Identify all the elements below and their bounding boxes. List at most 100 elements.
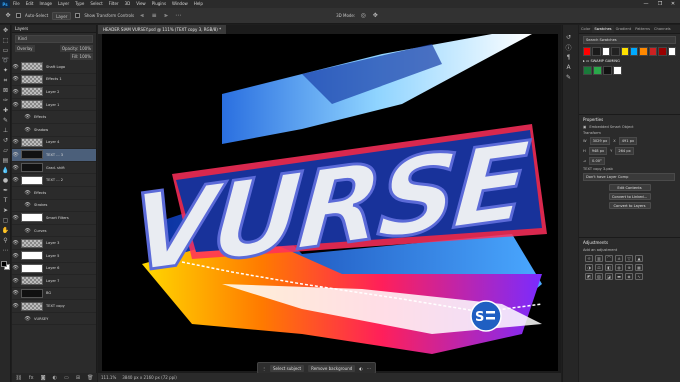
- auto-select-checkbox[interactable]: [16, 13, 21, 18]
- menu-edit[interactable]: Edit: [23, 0, 37, 8]
- visibility-eye-icon[interactable]: 👁: [12, 278, 19, 284]
- color-swatch[interactable]: [613, 66, 622, 75]
- document-tab[interactable]: HEADER SIAM VURSEY.psd @ 111% (TEXT copy…: [98, 25, 227, 34]
- menu-type[interactable]: Type: [72, 0, 87, 8]
- foreground-color-swatch[interactable]: [1, 261, 7, 267]
- layer-row[interactable]: 👁 Curves: [12, 225, 96, 238]
- eraser-icon[interactable]: ▱: [1, 146, 10, 155]
- layer-row[interactable]: 👁 TEXT ... 2: [12, 174, 96, 187]
- menu-3d[interactable]: 3D: [122, 0, 134, 8]
- menu-filter[interactable]: Filter: [106, 0, 122, 8]
- convert-layers-button[interactable]: Convert to Layers: [608, 202, 651, 209]
- type-icon[interactable]: T: [1, 196, 10, 205]
- dodge-icon[interactable]: ●: [1, 176, 10, 185]
- height-field[interactable]: 948 px: [588, 147, 608, 155]
- align-left-icon[interactable]: ⫷: [138, 12, 146, 20]
- color-swatch[interactable]: [583, 47, 592, 56]
- color-swatch[interactable]: [658, 47, 667, 56]
- menu-window[interactable]: Window: [169, 0, 191, 8]
- color-swatch[interactable]: [620, 47, 630, 56]
- tab-color[interactable]: Color: [579, 25, 592, 33]
- fill-field[interactable]: Fill: 100%: [69, 53, 93, 60]
- x-field[interactable]: 491 px: [618, 137, 638, 145]
- visibility-eye-icon[interactable]: 👁: [12, 139, 19, 145]
- edit-contents-button[interactable]: Edit Contents: [608, 184, 651, 191]
- opacity-field[interactable]: Opacity: 100%: [59, 45, 93, 52]
- curves-icon[interactable]: ⌒: [605, 255, 613, 262]
- distribute-icon[interactable]: ⋯: [174, 12, 182, 20]
- layer-row[interactable]: 👁 Shaft Logo: [12, 61, 96, 74]
- channel-mixer-icon[interactable]: ⊕: [625, 264, 633, 271]
- crop-icon[interactable]: ⌗: [1, 76, 10, 85]
- blur-icon[interactable]: 💧: [1, 166, 10, 175]
- minimize-button[interactable]: —: [640, 0, 652, 8]
- invert-icon[interactable]: ◩: [585, 273, 593, 280]
- adjustment-icon[interactable]: ◐: [53, 375, 57, 381]
- layer-row[interactable]: 👁 Effects: [12, 111, 96, 124]
- posterize-icon[interactable]: ▨: [595, 273, 603, 280]
- layer-row[interactable]: 👁 VURSEY: [12, 313, 96, 326]
- exposure-icon[interactable]: ±: [615, 255, 623, 262]
- color-swatch[interactable]: [603, 66, 612, 75]
- color-swatch[interactable]: [583, 66, 592, 75]
- 3d-pan-icon[interactable]: ✥: [371, 12, 379, 20]
- layers-tab[interactable]: Layers: [12, 25, 96, 33]
- marquee-icon[interactable]: ▭: [1, 46, 10, 55]
- visibility-eye-icon[interactable]: 👁: [12, 290, 19, 296]
- artboard-icon[interactable]: ⬚: [1, 36, 10, 45]
- drag-handle-icon[interactable]: ⋮: [262, 366, 266, 371]
- threshold-icon[interactable]: ◪: [605, 273, 613, 280]
- healing-icon[interactable]: ✚: [1, 106, 10, 115]
- menu-help[interactable]: Help: [191, 0, 206, 8]
- convert-linked-button[interactable]: Convert to Linked...: [608, 193, 651, 200]
- pen-icon[interactable]: ✒: [1, 186, 10, 195]
- layer-row[interactable]: 👁 Strokes: [12, 200, 96, 213]
- menu-layer[interactable]: Layer: [55, 0, 72, 8]
- visibility-eye-icon[interactable]: 👁: [12, 253, 19, 259]
- visibility-eye-icon[interactable]: 👁: [24, 228, 31, 234]
- menu-image[interactable]: Image: [36, 0, 55, 8]
- zoom-icon[interactable]: ⚲: [1, 236, 10, 245]
- zoom-level[interactable]: 111.1%: [101, 375, 116, 380]
- blend-mode-dropdown[interactable]: Overlay: [15, 45, 35, 52]
- move-tool-icon[interactable]: ✥: [4, 12, 12, 20]
- layer-row[interactable]: 👁 Layer 5: [12, 250, 96, 263]
- quick-select-icon[interactable]: ✦: [1, 66, 10, 75]
- brush-settings-icon[interactable]: ✎: [564, 73, 573, 82]
- visibility-eye-icon[interactable]: 👁: [12, 89, 19, 95]
- layer-row[interactable]: 👁 Effects 1: [12, 74, 96, 87]
- select-subject-button[interactable]: Select subject: [270, 364, 305, 372]
- paragraph-icon[interactable]: ¶: [564, 53, 573, 62]
- align-center-icon[interactable]: ≡: [150, 12, 158, 20]
- photo-filter-icon[interactable]: ◍: [615, 264, 623, 271]
- new-layer-icon[interactable]: ⊞: [76, 375, 80, 381]
- more-options-icon[interactable]: ⋯: [367, 366, 371, 371]
- levels-icon[interactable]: ▥: [595, 255, 603, 262]
- color-swatch[interactable]: [630, 47, 639, 56]
- visibility-eye-icon[interactable]: 👁: [12, 303, 19, 309]
- brush-icon[interactable]: ✎: [1, 116, 10, 125]
- path-select-icon[interactable]: ➤: [1, 206, 10, 215]
- folder-icon[interactable]: ▭: [64, 375, 69, 381]
- vibrance-icon[interactable]: ▽: [625, 255, 633, 262]
- color-swatch[interactable]: [611, 47, 620, 56]
- color-swatch[interactable]: [601, 47, 611, 56]
- curve2-icon[interactable]: ∿: [635, 273, 643, 280]
- fx-icon[interactable]: fx: [29, 375, 34, 381]
- visibility-eye-icon[interactable]: 👁: [12, 177, 19, 183]
- link-icon[interactable]: ⛓: [16, 375, 22, 381]
- menu-view[interactable]: View: [133, 0, 149, 8]
- visibility-eye-icon[interactable]: 👁: [24, 190, 31, 196]
- clone-stamp-icon[interactable]: ⊥: [1, 126, 10, 135]
- lookup-icon[interactable]: ▦: [635, 264, 643, 271]
- tab-patterns[interactable]: Patterns: [633, 25, 652, 33]
- layer-row[interactable]: 👁 Layer 4: [12, 137, 96, 150]
- bw-icon[interactable]: ◧: [605, 264, 613, 271]
- layer-row[interactable]: 👁 Grad. shift: [12, 162, 96, 175]
- color-swatch[interactable]: [639, 47, 648, 56]
- layer-comp-dropdown[interactable]: Don't have Layer Comp: [583, 173, 675, 181]
- lasso-icon[interactable]: ➰: [1, 56, 10, 65]
- color-balance-icon[interactable]: ⚖: [595, 264, 603, 271]
- hand-icon[interactable]: ✋: [1, 226, 10, 235]
- layer-row[interactable]: 👁 TEXT ... 3: [12, 149, 96, 162]
